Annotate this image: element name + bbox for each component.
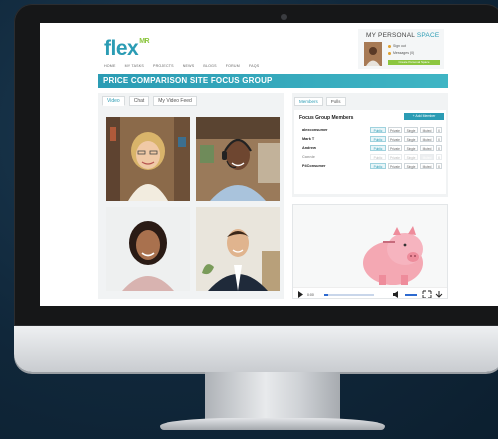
nav-news[interactable]: NEWS xyxy=(183,64,195,68)
members-panel: Members Polls Focus Group Members + Add … xyxy=(292,93,448,197)
member-permission-single-button[interactable]: Single xyxy=(404,163,418,169)
member-permission-single-button[interactable]: Single xyxy=(404,136,418,142)
mail-icon xyxy=(388,51,391,55)
member-name: Andrew xyxy=(302,146,316,150)
personal-title-b: SPACE xyxy=(416,32,440,39)
player-controls: 0:00 xyxy=(293,287,447,299)
member-permission-private-button[interactable]: Private xyxy=(388,163,402,169)
personal-title-a: MY PERSONAL xyxy=(366,32,415,39)
video-panel: Video Chat My Video Feed xyxy=(98,93,284,299)
tab-video[interactable]: Video xyxy=(102,96,125,106)
messages-link[interactable]: Messages (0) xyxy=(388,51,414,55)
nav-home[interactable]: HOME xyxy=(104,64,116,68)
main-nav: HOME MY TASKS PROJECTS NEWS BLOGS FORUM … xyxy=(104,64,259,68)
volume-icon[interactable] xyxy=(393,291,398,298)
camera-dot xyxy=(281,14,287,20)
members-tabs: Members Polls xyxy=(294,97,346,106)
member-permission-public-button[interactable]: Public xyxy=(370,136,386,142)
tab-chat[interactable]: Chat xyxy=(128,96,150,106)
video-tile-participant-3[interactable] xyxy=(106,207,190,291)
messages-label: Messages (0) xyxy=(393,51,415,55)
page-title: PRICE COMPARISON SITE FOCUS GROUP xyxy=(98,74,448,88)
download-icon[interactable] xyxy=(435,291,443,299)
member-permission-single-button[interactable]: Single xyxy=(404,145,418,151)
video-tile-participant-2[interactable] xyxy=(196,117,280,201)
sign-out-link[interactable]: Sign out xyxy=(388,44,406,48)
monitor-stand-foot xyxy=(160,418,385,430)
member-permission-public-button[interactable]: Public xyxy=(370,127,386,133)
member-permission-single-button[interactable]: Single xyxy=(404,127,418,133)
member-row: P4Consumer Public Private Single Muted X xyxy=(302,163,444,170)
sign-out-label: Sign out xyxy=(393,44,406,48)
fullscreen-icon[interactable] xyxy=(422,290,432,298)
personal-space-title: MY PERSONAL SPACE xyxy=(366,32,439,39)
member-permission-muted-button[interactable]: Muted xyxy=(420,154,434,160)
piggy-bank-video-frame xyxy=(293,205,447,287)
monitor-stand-neck xyxy=(205,372,340,420)
member-name: alexconsumer xyxy=(302,128,328,132)
member-permission-private-button[interactable]: Private xyxy=(388,127,402,133)
nav-forum[interactable]: FORUM xyxy=(226,64,240,68)
member-permission-x-button[interactable]: X xyxy=(436,127,442,133)
video-tile-participant-1[interactable] xyxy=(106,117,190,201)
member-row: Andrew Public Private Single Muted X xyxy=(302,145,444,152)
add-member-button[interactable]: + Add Member xyxy=(404,113,444,120)
member-permission-x-button[interactable]: X xyxy=(436,163,442,169)
member-permission-x-button[interactable]: X xyxy=(436,154,442,160)
member-permission-private-button[interactable]: Private xyxy=(388,154,402,160)
member-permission-private-button[interactable]: Private xyxy=(388,136,402,142)
member-permission-muted-button[interactable]: Muted xyxy=(420,127,434,133)
tab-polls[interactable]: Polls xyxy=(325,97,346,106)
member-name: P4Consumer xyxy=(302,164,326,168)
create-personal-space-button[interactable]: Create Personal Space xyxy=(388,60,440,65)
nav-faqs[interactable]: FAQS xyxy=(249,64,259,68)
member-permission-muted-button[interactable]: Muted xyxy=(420,145,434,151)
member-name: Mark T xyxy=(302,137,315,141)
logo-sup: MR xyxy=(139,38,150,45)
volume-slider[interactable] xyxy=(405,294,417,296)
player-progress-bar[interactable] xyxy=(324,294,374,296)
members-title: Focus Group Members xyxy=(299,115,354,121)
tab-my-video-feed[interactable]: My Video Feed xyxy=(153,96,197,106)
member-permission-public-button[interactable]: Public xyxy=(370,163,386,169)
member-row: Mark T Public Private Single Muted X xyxy=(302,136,444,143)
video-tile-participant-4[interactable] xyxy=(196,207,280,291)
member-permission-x-button[interactable]: X xyxy=(436,136,442,142)
monitor-chin xyxy=(14,326,498,372)
player-progress-fill xyxy=(324,294,328,296)
play-icon[interactable] xyxy=(298,291,303,298)
nav-blogs[interactable]: BLOGS xyxy=(203,64,216,68)
member-row: alexconsumer Public Private Single Muted X xyxy=(302,127,444,134)
member-name: Connie xyxy=(302,155,315,159)
user-icon xyxy=(388,44,391,48)
member-permission-single-button[interactable]: Single xyxy=(404,154,418,160)
personal-space-panel: MY PERSONAL SPACE Sign out Messages (0) … xyxy=(358,29,444,69)
members-list-box: Focus Group Members + Add Member alexcon… xyxy=(294,110,446,194)
member-permission-x-button[interactable]: X xyxy=(436,145,442,151)
video-tabs: Video Chat My Video Feed xyxy=(102,96,197,106)
member-permission-muted-button[interactable]: Muted xyxy=(420,163,434,169)
video-player[interactable]: 0:00 xyxy=(292,204,448,299)
member-permission-public-button[interactable]: Public xyxy=(370,145,386,151)
add-member-label: Add Member xyxy=(415,114,436,118)
member-permission-private-button[interactable]: Private xyxy=(388,145,402,151)
tab-members[interactable]: Members xyxy=(294,97,323,106)
nav-projects[interactable]: PROJECTS xyxy=(153,64,174,68)
member-permission-muted-button[interactable]: Muted xyxy=(420,136,434,142)
logo-text: flex xyxy=(104,37,139,60)
member-row: Connie Public Private Single Muted X xyxy=(302,154,444,161)
member-permission-public-button[interactable]: Public xyxy=(370,154,386,160)
site-logo[interactable]: flexMR xyxy=(104,37,150,61)
nav-my-tasks[interactable]: MY TASKS xyxy=(125,64,144,68)
screen: flexMR HOME MY TASKS PROJECTS NEWS BLOGS… xyxy=(40,23,498,306)
avatar[interactable] xyxy=(364,42,382,66)
player-time: 0:00 xyxy=(307,293,314,297)
